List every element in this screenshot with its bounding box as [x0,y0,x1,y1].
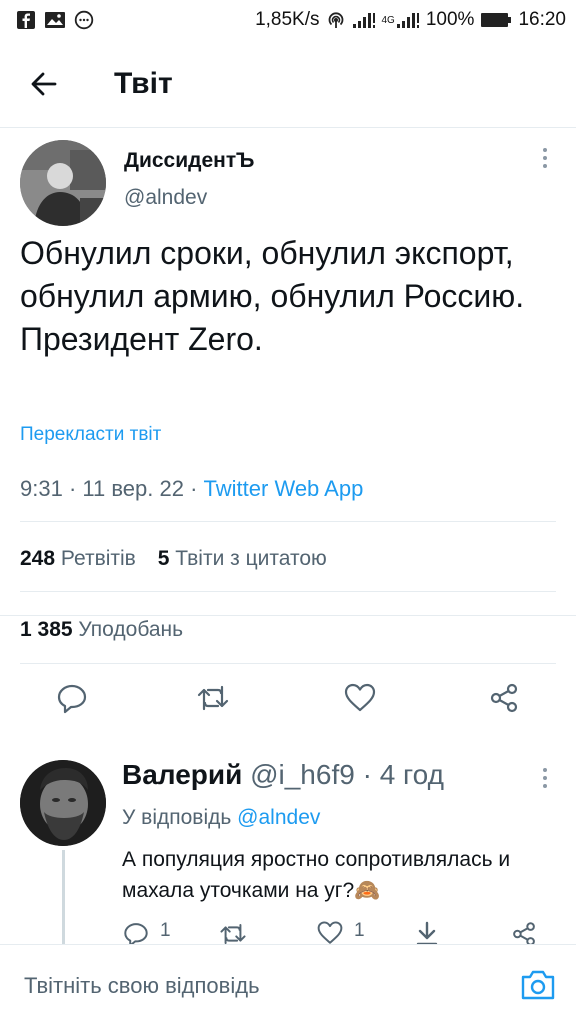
camera-button[interactable] [518,967,558,1003]
reply-button[interactable] [50,676,94,720]
divider [20,663,556,664]
quotes-count: 5 [157,547,170,570]
reply-more-options-button[interactable] [533,766,557,790]
reply-author-handle[interactable]: @i_h6f9 [250,759,355,790]
reply-share-button[interactable] [510,920,538,944]
reply-like-button[interactable]: 1 [316,920,365,944]
download-icon [416,921,438,944]
reply-icon [124,923,148,944]
tweet-actions [0,676,576,730]
reply-compose-bar: Твітніть свою відповідь [0,944,576,1024]
reply-reply-button[interactable]: 1 [122,920,171,944]
tweet-meta: 9:31 · 11 вер. 22 · Twitter Web App [20,476,363,502]
section-divider [0,615,576,616]
replying-to: У відповідь @alndev [122,806,320,830]
reply-actions: 1 1 [0,920,576,944]
likes-count: 1 385 [20,618,73,641]
quotes-label: Твіти з цитатою [175,547,327,570]
share-button[interactable] [482,676,526,720]
divider [20,591,556,592]
tweet-date: 11 вер. 22 [82,476,184,501]
retweet-icon [220,923,246,944]
like-button[interactable] [338,676,382,720]
meta-separator: · [68,476,77,501]
reply-author-avatar[interactable] [20,760,106,846]
reply-header: Валерий @i_h6f9 · 4 год [122,759,444,791]
retweets-count: 248 [20,547,56,570]
likes-stats-row: 1 385 Уподобань [20,618,183,642]
retweet-stats-row: 248 Ретвітів 5 Твіти з цитатою [20,547,327,571]
reply-time: 4 год [379,759,444,790]
retweets-label: Ретвітів [60,547,136,570]
reply-tweet[interactable]: Валерий @i_h6f9 · 4 год У відповідь @aln… [0,0,576,944]
likes-label: Уподобань [78,618,184,641]
replying-mention-link[interactable]: @alndev [237,806,320,829]
camera-icon [521,970,555,1000]
reply-author-name[interactable]: Валерий [122,759,242,790]
meta-separator: · [362,759,372,790]
quotes-stat[interactable]: 5 Твіти з цитатою [158,547,327,570]
meta-separator: · [190,476,198,501]
reply-retweet-button[interactable] [218,920,248,944]
share-icon [513,922,535,944]
retweet-button[interactable] [191,676,235,720]
share-icon [490,683,518,713]
more-vertical-icon [543,768,547,788]
reply-text: А популяция яростно сопротивлялась и мах… [122,848,511,902]
reply-download-button[interactable] [414,920,440,944]
heart-icon [344,683,376,712]
translate-tweet-link[interactable]: Перекласти твіт [20,424,161,446]
reply-icon [57,684,87,714]
tweet-source-link[interactable]: Twitter Web App [204,476,364,501]
replying-prefix: У відповідь [122,806,232,829]
retweet-icon [197,685,229,711]
reply-compose-input[interactable]: Твітніть свою відповідь [24,973,260,999]
retweets-stat[interactable]: 248 Ретвітів [20,547,136,570]
likes-stat[interactable]: 1 385 Уподобань [20,618,183,641]
reply-like-count: 1 [354,920,365,941]
divider [20,521,556,522]
tweet-time: 9:31 [20,476,63,501]
heart-icon [317,921,343,944]
reply-reply-count: 1 [160,920,171,941]
